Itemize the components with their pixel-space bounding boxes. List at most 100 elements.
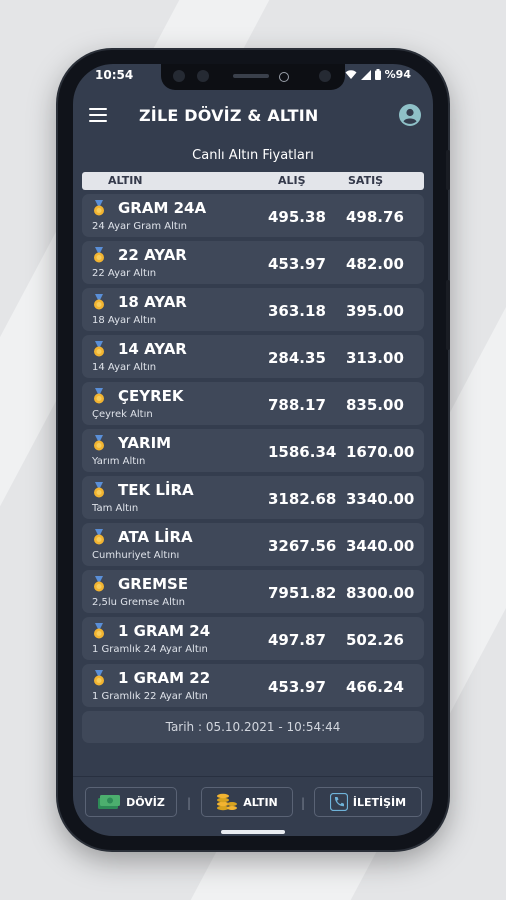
camera-dot: [319, 70, 331, 82]
gold-medal-icon: [94, 670, 104, 686]
gold-type-name: 1 GRAM 22: [118, 669, 211, 687]
coins-icon: [217, 793, 238, 811]
volume-button: [446, 150, 450, 190]
nav-label: İLETİŞİM: [352, 795, 407, 809]
gold-type-description: 1 Gramlık 24 Ayar Altın: [92, 644, 208, 655]
nav-divider: |: [187, 796, 192, 810]
app-title: ZİLE DÖVİZ & ALTIN: [139, 106, 319, 125]
header-name: ALTIN: [108, 174, 143, 187]
buy-price: 3182.68: [268, 490, 337, 508]
gold-medal-icon: [94, 247, 104, 263]
gold-type-description: 1 Gramlık 22 Ayar Altın: [92, 691, 208, 702]
sell-price: 395.00: [346, 302, 404, 320]
price-row[interactable]: 18 AYAR 18 Ayar Altın 363.18 395.00: [82, 288, 424, 331]
gold-type-name: GRAM 24A: [118, 199, 207, 217]
page-subtitle: Canlı Altın Fiyatları: [192, 148, 314, 163]
gold-type-name: ATA LİRA: [118, 528, 193, 546]
header-buy: ALIŞ: [278, 174, 306, 187]
battery-icon: [374, 69, 381, 80]
gold-type-name: TEK LİRA: [118, 481, 194, 499]
nav-doviz-button[interactable]: DÖVİZ: [85, 787, 177, 817]
sell-price: 1670.00: [346, 443, 415, 461]
buy-price: 788.17: [268, 396, 326, 414]
gold-medal-icon: [94, 200, 104, 216]
gold-type-description: 14 Ayar Altın: [92, 362, 157, 373]
price-row[interactable]: YARIM Yarım Altın 1586.34 1670.00: [82, 429, 424, 472]
gold-type-description: 24 Ayar Gram Altın: [92, 221, 187, 232]
app-bar: ZİLE DÖVİZ & ALTIN: [73, 90, 433, 142]
gold-type-description: 2,5lu Gremse Altın: [92, 597, 185, 608]
price-row[interactable]: GRAM 24A 24 Ayar Gram Altın 495.38 498.76: [82, 194, 424, 237]
price-row[interactable]: 1 GRAM 22 1 Gramlık 22 Ayar Altın 453.97 46…: [82, 664, 424, 707]
gold-medal-icon: [94, 576, 104, 592]
speaker-grille: [233, 74, 269, 78]
buy-price: 495.38: [268, 208, 326, 226]
gold-type-name: 14 AYAR: [118, 340, 187, 358]
update-date: Tarih : 05.10.2021 - 10:54:44: [82, 711, 424, 743]
sell-price: 482.00: [346, 255, 404, 273]
gold-type-description: Çeyrek Altın: [92, 409, 153, 420]
battery-percent: %94: [384, 68, 411, 81]
buy-price: 453.97: [268, 678, 326, 696]
price-row[interactable]: ÇEYREK Çeyrek Altın 788.17 835.00: [82, 382, 424, 425]
sell-price: 3340.00: [346, 490, 415, 508]
buy-price: 1586.34: [268, 443, 337, 461]
signal-icon: [360, 69, 371, 80]
sell-price: 466.24: [346, 678, 404, 696]
price-row[interactable]: 14 AYAR 14 Ayar Altın 284.35 313.00: [82, 335, 424, 378]
gold-type-name: 22 AYAR: [118, 246, 187, 264]
nav-altin-button[interactable]: ALTIN: [201, 787, 293, 817]
sell-price: 498.76: [346, 208, 404, 226]
price-row[interactable]: ATA LİRA Cumhuriyet Altını 3267.56 3440.00: [82, 523, 424, 566]
buy-price: 453.97: [268, 255, 326, 273]
gold-medal-icon: [94, 623, 104, 639]
gold-medal-icon: [94, 294, 104, 310]
phone-icon: [329, 793, 348, 811]
camera-dot: [173, 70, 185, 82]
gold-medal-icon: [94, 482, 104, 498]
gold-medal-icon: [94, 435, 104, 451]
account-circle-icon[interactable]: [399, 104, 421, 126]
nav-label: ALTIN: [243, 795, 278, 809]
gold-type-name: 1 GRAM 24: [118, 622, 211, 640]
sell-price: 3440.00: [346, 537, 415, 555]
buy-price: 497.87: [268, 631, 326, 649]
gold-type-name: GREMSE: [118, 575, 189, 593]
camera-notch: [161, 64, 345, 90]
sell-price: 8300.00: [346, 584, 415, 602]
gold-type-name: ÇEYREK: [118, 387, 184, 405]
camera-dot: [197, 70, 209, 82]
gold-type-description: Cumhuriyet Altını: [92, 550, 180, 561]
bottom-divider: [73, 776, 433, 777]
sell-price: 313.00: [346, 349, 404, 367]
buy-price: 363.18: [268, 302, 326, 320]
gold-type-description: Tam Altın: [92, 503, 139, 514]
bottom-nav: DÖVİZ | ALTIN | İLETİŞİM: [73, 784, 433, 824]
price-row[interactable]: 22 AYAR 22 Ayar Altın 453.97 482.00: [82, 241, 424, 284]
buy-price: 3267.56: [268, 537, 337, 555]
home-indicator: [221, 830, 285, 834]
gold-type-description: Yarım Altın: [92, 456, 146, 467]
gold-medal-icon: [94, 529, 104, 545]
buy-price: 7951.82: [268, 584, 337, 602]
gold-type-description: 22 Ayar Altın: [92, 268, 157, 279]
power-button: [446, 280, 450, 350]
price-row[interactable]: TEK LİRA Tam Altın 3182.68 3340.00: [82, 476, 424, 519]
hamburger-menu-icon[interactable]: [89, 108, 107, 122]
sell-price: 835.00: [346, 396, 404, 414]
status-icons: %94: [345, 68, 411, 81]
gold-type-name: 18 AYAR: [118, 293, 187, 311]
app-screen: 10:54 %94 ZİLE DÖVİZ & ALTIN Canlı Altın…: [73, 64, 433, 836]
price-row[interactable]: GREMSE 2,5lu Gremse Altın 7951.82 8300.00: [82, 570, 424, 613]
nav-label: DÖVİZ: [126, 795, 165, 809]
sensor-dot: [279, 72, 289, 82]
status-time: 10:54: [95, 68, 134, 82]
buy-price: 284.35: [268, 349, 326, 367]
table-header: ALTIN ALIŞ SATIŞ: [82, 172, 424, 190]
price-row[interactable]: 1 GRAM 24 1 Gramlık 24 Ayar Altın 497.87 50…: [82, 617, 424, 660]
sell-price: 502.26: [346, 631, 404, 649]
gold-type-description: 18 Ayar Altın: [92, 315, 157, 326]
header-sell: SATIŞ: [348, 174, 384, 187]
gold-type-name: YARIM: [118, 434, 172, 452]
nav-iletisim-button[interactable]: İLETİŞİM: [314, 787, 422, 817]
